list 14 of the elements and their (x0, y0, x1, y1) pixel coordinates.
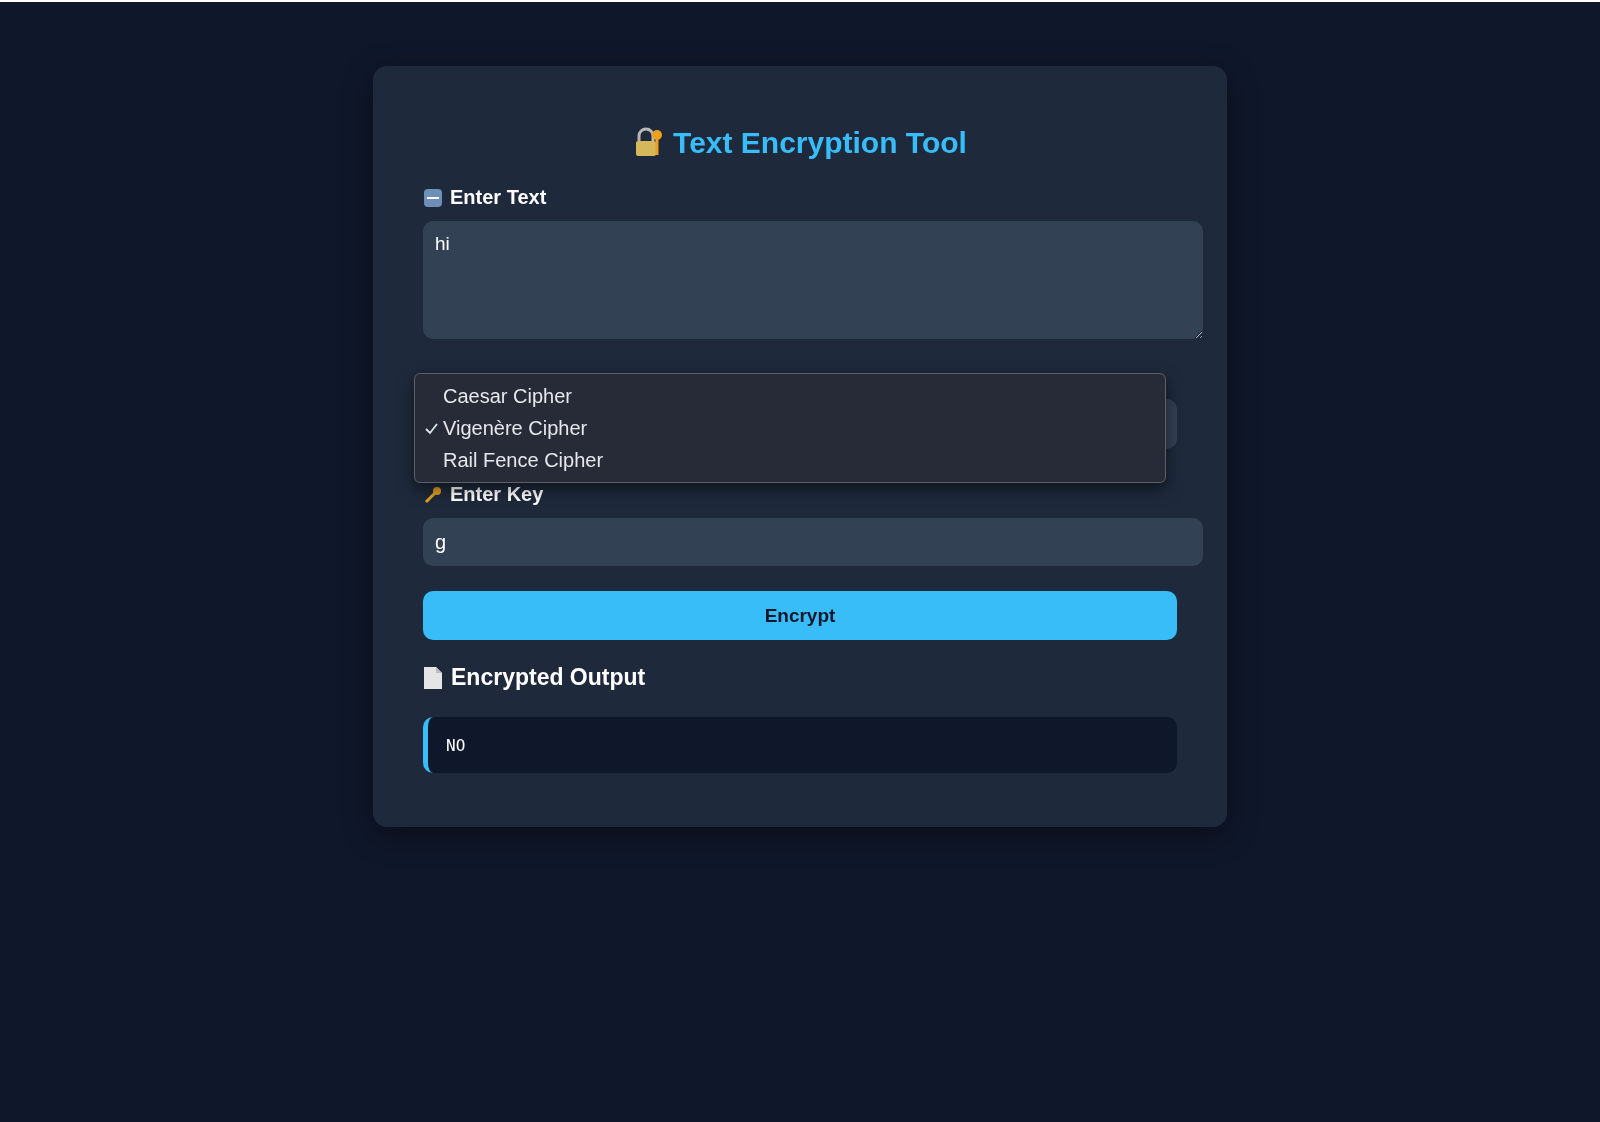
menu-item[interactable]: Caesar Cipher (415, 380, 1165, 412)
key-icon (423, 484, 443, 505)
menu-item[interactable]: Rail Fence Cipher (415, 444, 1165, 476)
text-input-field[interactable]: hi (423, 221, 1203, 339)
field-label: Enter Text (450, 186, 547, 209)
app-title: Text Encryption Tool (673, 126, 967, 160)
check-icon (425, 421, 438, 435)
document-icon (423, 665, 443, 690)
field-label: Enter Key (450, 483, 544, 506)
output-box: NO (423, 717, 1177, 773)
encrypt-button[interactable]: Encrypt (423, 591, 1177, 640)
menu-item[interactable]: Vigenère Cipher (415, 412, 1165, 444)
output-heading: Encrypted Output (451, 664, 646, 691)
key-input-field[interactable]: g (423, 518, 1203, 566)
